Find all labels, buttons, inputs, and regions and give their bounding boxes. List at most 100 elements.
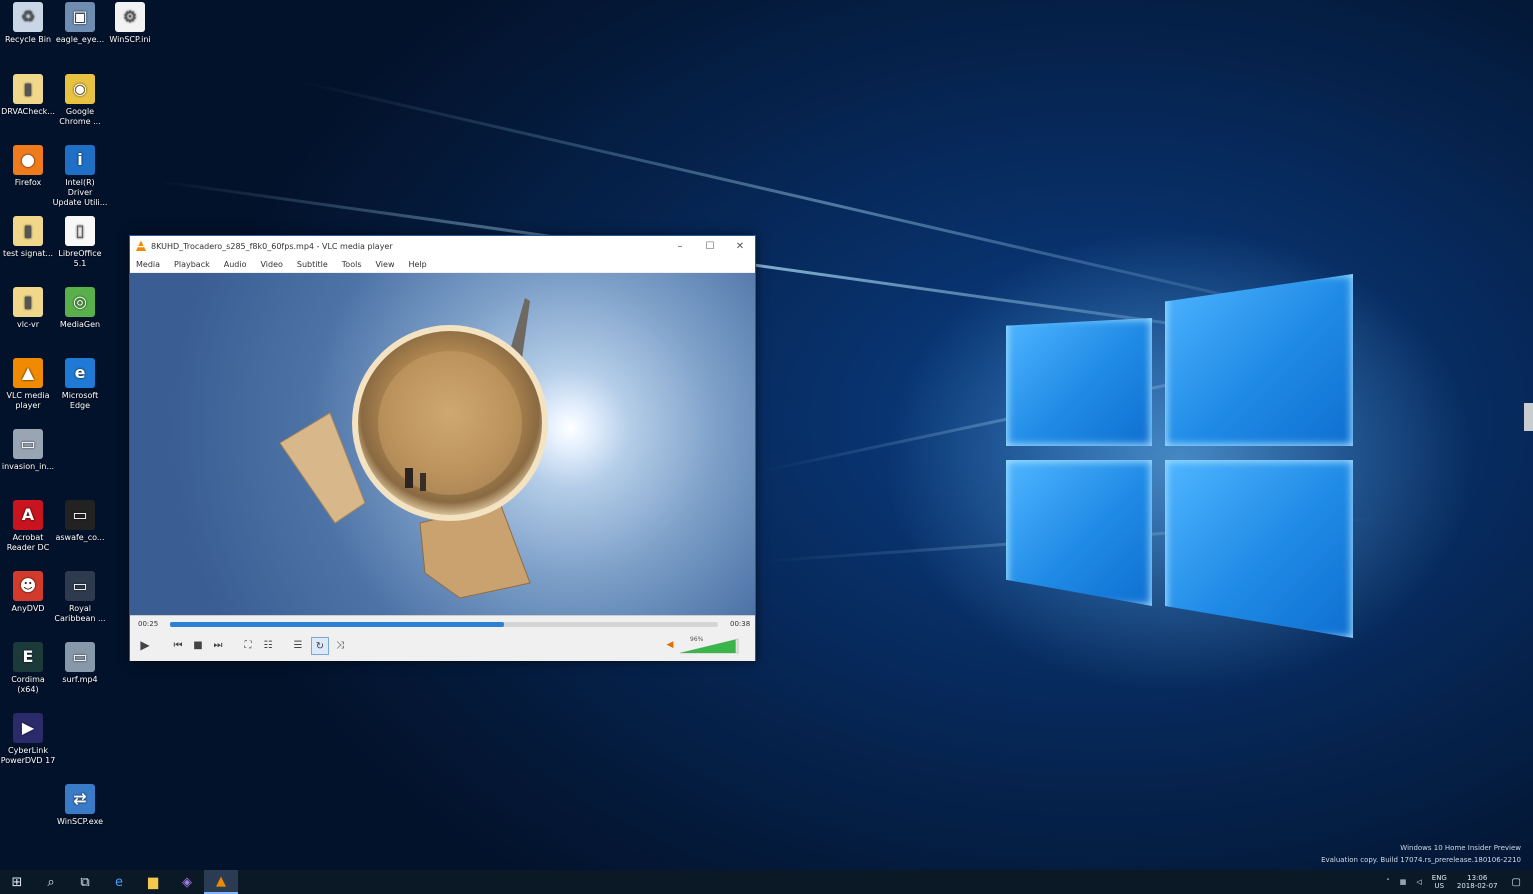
build-watermark: Windows 10 Home Insider Preview Evaluati… bbox=[1321, 842, 1521, 866]
language-code: ENG bbox=[1431, 874, 1447, 882]
vlc-icon[interactable]: ▲ bbox=[204, 870, 238, 894]
menu-media[interactable]: Media bbox=[136, 260, 160, 269]
video-file-icon: ▭ bbox=[65, 500, 95, 530]
desktop-icon[interactable]: ◎ MediaGen bbox=[52, 287, 108, 330]
extended-settings-button[interactable]: ☷ bbox=[260, 637, 276, 653]
desktop-icon-label: Cordima (x64) bbox=[11, 675, 45, 694]
vlc-titlebar[interactable]: 8KUHD_Trocadero_s285_f8k0_60fps.mp4 - VL… bbox=[130, 236, 755, 256]
cordima-icon: E bbox=[13, 642, 43, 672]
previous-button[interactable]: ⏮ bbox=[170, 637, 186, 653]
desktop-icon[interactable]: ▭ Royal Caribbean ... bbox=[52, 571, 108, 624]
desktop-icon-label: vlc-vr bbox=[16, 320, 40, 329]
desktop-icon[interactable]: ▭ aswafe_co... bbox=[52, 500, 108, 543]
desktop-icon[interactable]: ▶ CyberLink PowerDVD 17 bbox=[0, 713, 56, 766]
clock[interactable]: 13:06 2018-02-07 bbox=[1457, 874, 1498, 890]
menu-playback[interactable]: Playback bbox=[174, 260, 210, 269]
logo-pane bbox=[1006, 460, 1152, 606]
desktop-icon-label: MediaGen bbox=[59, 320, 101, 329]
clock-date: 2018-02-07 bbox=[1456, 882, 1498, 890]
stop-button[interactable]: ■ bbox=[190, 637, 206, 653]
seek-progress bbox=[170, 622, 505, 627]
person-shape bbox=[405, 468, 413, 488]
desktop-icon-label: Intel(R) Driver Update Utili... bbox=[52, 178, 108, 207]
speaker-icon[interactable]: ◀ bbox=[662, 637, 678, 653]
desktop-icon[interactable]: ● Firefox bbox=[0, 145, 56, 188]
desktop-icon-label: Acrobat Reader DC bbox=[6, 533, 50, 552]
vlc-window[interactable]: 8KUHD_Trocadero_s285_f8k0_60fps.mp4 - VL… bbox=[129, 235, 756, 661]
desktop-icon[interactable]: A Acrobat Reader DC bbox=[0, 500, 56, 553]
clock-time: 13:06 bbox=[1467, 874, 1488, 882]
search-icon[interactable]: ⌕ bbox=[34, 870, 68, 894]
volume-slider[interactable] bbox=[680, 638, 740, 654]
video-file-icon: ▭ bbox=[65, 642, 95, 672]
volume-label: 96% bbox=[690, 636, 704, 643]
close-button[interactable]: ✕ bbox=[725, 241, 755, 252]
menu-subtitle[interactable]: Subtitle bbox=[297, 260, 328, 269]
desktop-icon[interactable]: ▭ invasion_in... bbox=[0, 429, 56, 472]
desktop-icon[interactable]: ▯ LibreOffice 5.1 bbox=[52, 216, 108, 269]
scrollbar-thumb[interactable] bbox=[1524, 403, 1533, 431]
desktop-icon[interactable]: ⇄ WinSCP.exe bbox=[52, 784, 108, 827]
visual-studio-icon[interactable]: ◈ bbox=[170, 870, 204, 894]
menu-audio[interactable]: Audio bbox=[224, 260, 247, 269]
desktop-icon-label: surf.mp4 bbox=[62, 675, 98, 684]
menu-video[interactable]: Video bbox=[260, 260, 282, 269]
desktop-icon[interactable]: ◉ Google Chrome ... bbox=[52, 74, 108, 127]
vlc-menubar: Media Playback Audio Video Subtitle Tool… bbox=[130, 256, 755, 272]
desktop-icon[interactable]: ♻ Recycle Bin bbox=[0, 2, 56, 45]
desktop-icon[interactable]: ▲ VLC media player bbox=[0, 358, 56, 411]
acrobat-icon: A bbox=[13, 500, 43, 530]
desktop-icon-label: Recycle Bin bbox=[4, 35, 52, 44]
shuffle-button[interactable]: ⤨ bbox=[332, 637, 348, 653]
play-button[interactable]: ▶ bbox=[137, 637, 153, 653]
libreoffice-icon: ▯ bbox=[65, 216, 95, 246]
language-indicator[interactable]: ENG US bbox=[1432, 874, 1447, 890]
logo-pane bbox=[1165, 460, 1353, 638]
menu-tools[interactable]: Tools bbox=[342, 260, 362, 269]
logo-pane bbox=[1165, 274, 1353, 446]
video-area[interactable] bbox=[130, 273, 755, 615]
time-elapsed: 00:25 bbox=[138, 620, 159, 628]
minimize-button[interactable]: – bbox=[665, 241, 695, 252]
menu-help[interactable]: Help bbox=[408, 260, 426, 269]
loop-button[interactable]: ↻ bbox=[311, 637, 329, 655]
next-button[interactable]: ⏭ bbox=[210, 637, 226, 653]
desktop-icon[interactable]: i Intel(R) Driver Update Utili... bbox=[52, 145, 108, 208]
action-center-icon[interactable]: ▢ bbox=[1512, 877, 1521, 888]
desktop-icon[interactable]: ▮ vlc-vr bbox=[0, 287, 56, 330]
desktop-icon-label: Firefox bbox=[14, 178, 42, 187]
fullscreen-button[interactable]: ⛶ bbox=[240, 637, 256, 653]
plaza-shape bbox=[378, 351, 522, 495]
task-view-icon[interactable]: ⧉ bbox=[68, 870, 102, 894]
desktop-icon-label: WinSCP.ini bbox=[109, 35, 151, 44]
desktop-icon[interactable]: ▣ eagle_eye... bbox=[52, 2, 108, 45]
seek-bar[interactable] bbox=[170, 622, 718, 627]
desktop-icon[interactable]: ▮ test signat... bbox=[0, 216, 56, 259]
playlist-button[interactable]: ☰ bbox=[290, 637, 306, 653]
folder-icon: ▮ bbox=[13, 216, 43, 246]
file-explorer-icon[interactable]: ▆ bbox=[136, 870, 170, 894]
desktop-icon[interactable]: ▭ surf.mp4 bbox=[52, 642, 108, 685]
region-code: US bbox=[1434, 882, 1445, 890]
video-file-icon: ▭ bbox=[13, 429, 43, 459]
maximize-button[interactable]: ☐ bbox=[695, 241, 725, 252]
menu-view[interactable]: View bbox=[376, 260, 395, 269]
mediagen-icon: ◎ bbox=[65, 287, 95, 317]
notification-chevron-icon[interactable]: ˄ bbox=[1386, 878, 1390, 886]
vlc-icon: ▲ bbox=[13, 358, 43, 388]
desktop-icon[interactable]: ☻ AnyDVD bbox=[0, 571, 56, 614]
desktop-icon-label: aswafe_co... bbox=[55, 533, 105, 542]
windows-start-icon[interactable]: ⊞ bbox=[0, 870, 34, 894]
desktop-icon[interactable]: E Cordima (x64) bbox=[0, 642, 56, 695]
edge-icon[interactable]: e bbox=[102, 870, 136, 894]
folder-icon: ▮ bbox=[13, 287, 43, 317]
desktop-icon[interactable]: ⚙ WinSCP.ini bbox=[102, 2, 158, 45]
desktop-icon-label: Microsoft Edge bbox=[61, 391, 99, 410]
desktop-icon-label: VLC media player bbox=[6, 391, 50, 410]
desktop-icon[interactable]: e Microsoft Edge bbox=[52, 358, 108, 411]
desktop-icon[interactable]: ▮ DRVACheck... bbox=[0, 74, 56, 117]
powerdvd-icon: ▶ bbox=[13, 713, 43, 743]
network-icon[interactable]: ▦ bbox=[1400, 878, 1407, 886]
volume-icon[interactable]: ◁ bbox=[1416, 878, 1421, 886]
anydvd-icon: ☻ bbox=[13, 571, 43, 601]
